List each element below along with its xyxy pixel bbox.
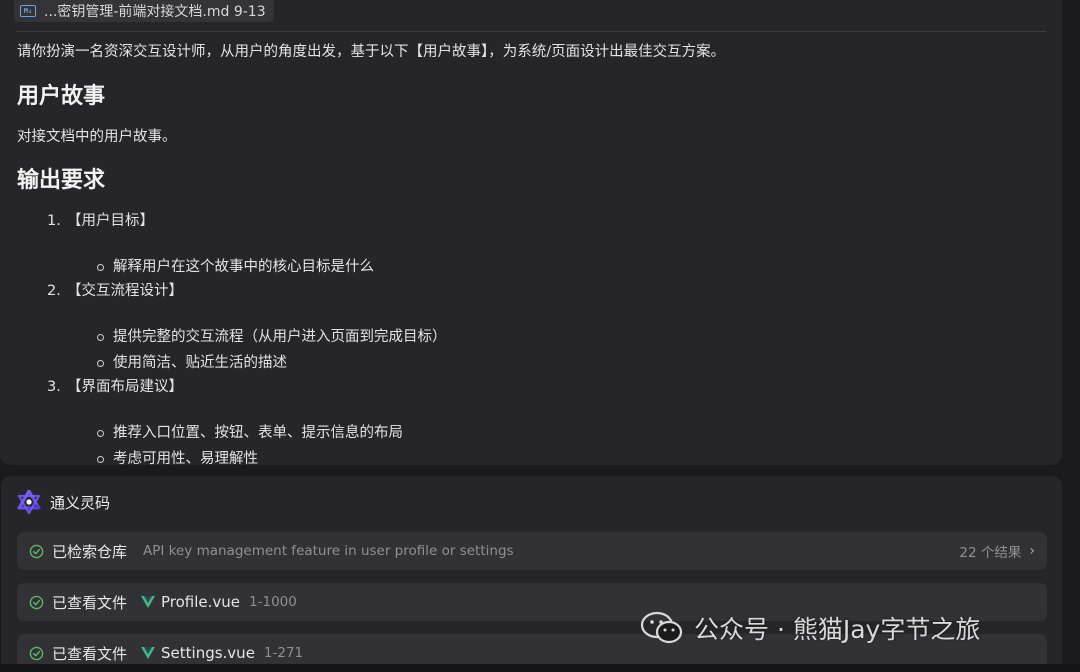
bullet-icon: [97, 429, 104, 437]
assistant-title: 通义灵码: [50, 493, 111, 512]
bullet-icon: [97, 263, 104, 271]
tongyi-lingma-logo-icon: [17, 490, 41, 514]
line-range: 1-271: [263, 645, 304, 661]
sub-list-item: 提供完整的交互流程（从用户进入页面到完成目标）: [97, 324, 1042, 350]
sub-list-text: 提供完整的交互流程（从用户进入页面到完成目标）: [113, 329, 447, 345]
list-item-label: 【交互流程设计】: [67, 283, 183, 299]
bullet-icon: [97, 333, 104, 341]
sub-list-item: 解释用户在这个故事中的核心目标是什么: [97, 254, 1042, 280]
sub-list-text: 推荐入口位置、按钮、表单、提示信息的布局: [113, 425, 403, 441]
line-range: 1-1000: [249, 594, 297, 610]
heading-output-requirements: 输出要求: [17, 168, 106, 193]
sub-list-text: 考虑可用性、易理解性: [113, 451, 258, 465]
sub-list: 提供完整的交互流程（从用户进入页面到完成目标） 使用简洁、贴近生活的描述: [17, 324, 1042, 376]
sub-list: 推荐入口位置、按钮、表单、提示信息的布局 考虑可用性、易理解性: [17, 420, 1042, 465]
sub-list: 解释用户在这个故事中的核心目标是什么: [17, 254, 1042, 280]
file-reference-label: ...密钥管理-前端对接文档.md 9-13: [44, 4, 266, 20]
result-count-label: 22 个结果: [959, 545, 1022, 561]
requirements-list: 1. 【用户目标】 解释用户在这个故事中的核心目标是什么 2. 【交互流程设计】…: [17, 210, 1042, 465]
list-item-label: 【用户目标】: [67, 213, 154, 229]
watermark: 公众号 · 熊猫Jay字节之旅: [640, 610, 980, 646]
list-item: 1. 【用户目标】: [17, 210, 1042, 232]
file-reference-chip[interactable]: M↓ ...密钥管理-前端对接文档.md 9-13: [14, 0, 274, 22]
list-number: 1.: [47, 213, 61, 229]
bullet-icon: [97, 455, 104, 463]
sub-list-item: 推荐入口位置、按钮、表单、提示信息的布局: [97, 420, 1042, 446]
list-number: 2.: [47, 283, 61, 299]
user-story-text: 对接文档中的用户故事。: [17, 129, 177, 145]
check-circle-icon: [29, 595, 44, 609]
bottom-edge: [0, 664, 1080, 672]
check-circle-icon: [29, 544, 44, 558]
sub-list-text: 解释用户在这个故事中的核心目标是什么: [113, 259, 374, 275]
sub-list-item: 考虑可用性、易理解性: [97, 446, 1042, 465]
wechat-icon: [640, 611, 683, 644]
watermark-text: 公众号 · 熊猫Jay字节之旅: [694, 615, 981, 644]
vue-file-icon: [141, 647, 156, 659]
search-query: API key management feature in user profi…: [143, 543, 514, 559]
list-number: 3.: [47, 379, 61, 395]
sub-list-item: 使用简洁、贴近生活的描述: [97, 350, 1042, 376]
check-circle-icon: [29, 646, 44, 660]
right-gutter: [1062, 0, 1080, 672]
sub-list-text: 使用简洁、贴近生活的描述: [113, 355, 287, 371]
vue-file-icon: [141, 596, 156, 608]
assistant-header: 通义灵码: [17, 490, 110, 514]
heading-user-story: 用户故事: [17, 84, 106, 109]
search-repo-step[interactable]: 已检索仓库 API key management feature in user…: [17, 532, 1047, 570]
document-panel: M↓ ...密钥管理-前端对接文档.md 9-13 请你扮演一名资深交互设计师，…: [0, 0, 1062, 465]
document-body: 请你扮演一名资深交互设计师，从用户的角度出发，基于以下【用户故事】，为系统/页面…: [17, 40, 1042, 465]
file-name[interactable]: Profile.vue: [161, 593, 240, 611]
intro-paragraph: 请你扮演一名资深交互设计师，从用户的角度出发，基于以下【用户故事】，为系统/页面…: [17, 44, 726, 60]
file-name[interactable]: Settings.vue: [161, 644, 255, 662]
step-title: 已查看文件: [52, 644, 128, 663]
step-title: 已查看文件: [52, 593, 128, 612]
result-count[interactable]: 22 个结果 ›: [959, 541, 1035, 561]
bullet-icon: [97, 359, 104, 367]
list-item-label: 【界面布局建议】: [67, 379, 183, 395]
chevron-right-icon: ›: [1029, 543, 1035, 559]
list-item: 3. 【界面布局建议】: [17, 376, 1042, 398]
divider: [16, 31, 1046, 32]
list-item: 2. 【交互流程设计】: [17, 280, 1042, 302]
step-title: 已检索仓库: [52, 542, 128, 561]
markdown-icon: M↓: [20, 5, 36, 17]
